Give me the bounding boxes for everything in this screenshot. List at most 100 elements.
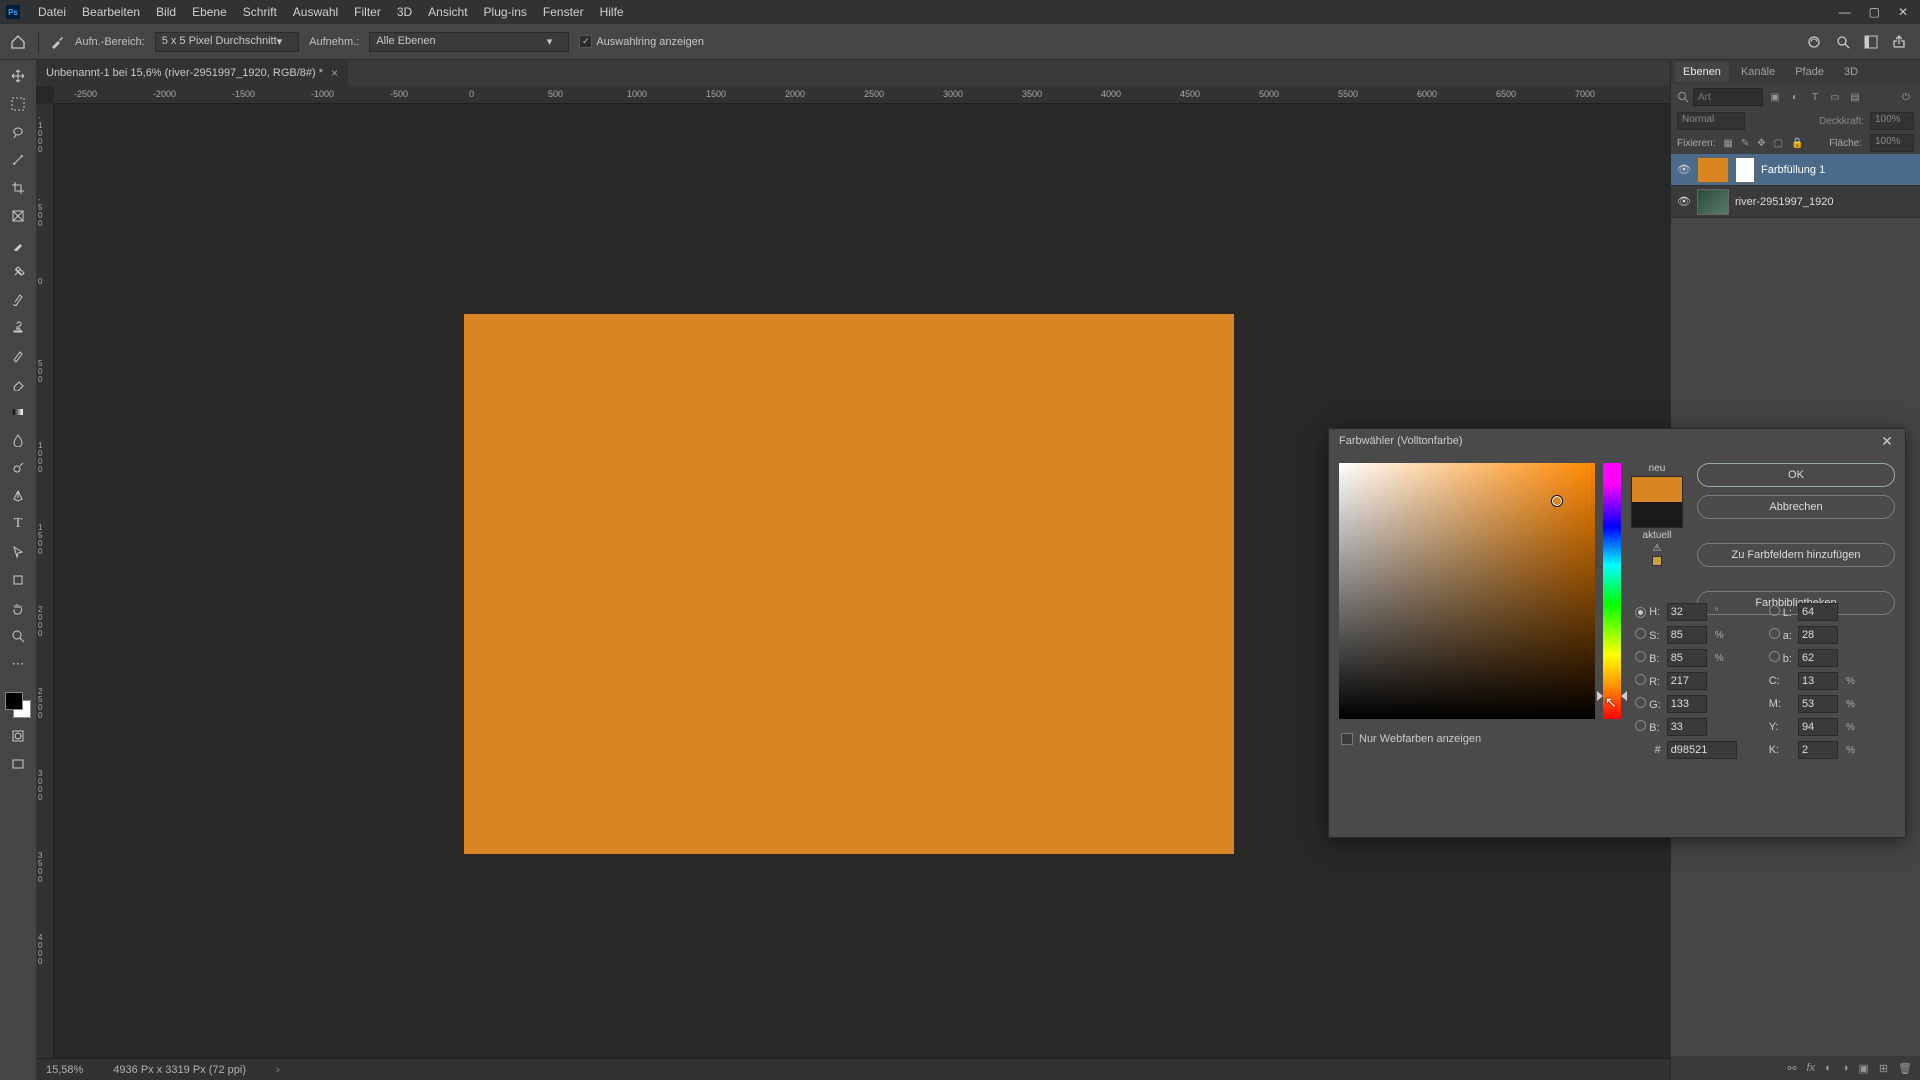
b-input[interactable]: [1798, 649, 1838, 667]
minimize-icon[interactable]: —: [1839, 5, 1851, 19]
hand-tool-icon[interactable]: [6, 598, 30, 618]
blend-mode-select[interactable]: Normal: [1677, 112, 1745, 130]
fx-icon[interactable]: fx: [1807, 1062, 1816, 1074]
heal-tool-icon[interactable]: [6, 262, 30, 282]
layer-mask-thumbnail[interactable]: [1735, 157, 1755, 183]
menu-filter[interactable]: Filter: [346, 5, 389, 19]
gradient-tool-icon[interactable]: [6, 402, 30, 422]
move-tool-icon[interactable]: [6, 66, 30, 86]
cloud-search-icon[interactable]: [1806, 34, 1822, 50]
cancel-button[interactable]: Abbrechen: [1697, 495, 1895, 519]
menu-bearbeiten[interactable]: Bearbeiten: [74, 5, 148, 19]
status-chevron-icon[interactable]: ›: [276, 1064, 280, 1076]
saturation-brightness-field[interactable]: [1339, 463, 1595, 719]
lock-position-icon[interactable]: ✥: [1757, 138, 1765, 149]
add-swatch-button[interactable]: Zu Farbfeldern hinzufügen: [1697, 543, 1895, 567]
maximize-icon[interactable]: ▢: [1869, 5, 1880, 19]
workspace-icon[interactable]: [1864, 35, 1878, 49]
g-radio[interactable]: [1635, 697, 1646, 708]
search-icon[interactable]: [1836, 35, 1850, 49]
menu-hilfe[interactable]: Hilfe: [592, 5, 632, 19]
b-radio[interactable]: [1769, 651, 1780, 662]
pen-tool-icon[interactable]: [6, 486, 30, 506]
l-input[interactable]: [1798, 603, 1838, 621]
layer-row[interactable]: 👁river-2951997_1920: [1671, 186, 1920, 218]
menu-datei[interactable]: Datei: [30, 5, 74, 19]
filter-shape-icon[interactable]: ▭: [1827, 89, 1843, 105]
ok-button[interactable]: OK: [1697, 463, 1895, 487]
hue-radio[interactable]: [1635, 607, 1646, 618]
close-window-icon[interactable]: ✕: [1898, 5, 1908, 19]
zoom-level[interactable]: 15,58%: [46, 1064, 83, 1076]
adjustment-icon[interactable]: ◑: [1842, 1062, 1849, 1074]
opacity-input[interactable]: 100%: [1870, 112, 1914, 130]
document-tab[interactable]: Unbenannt-1 bei 15,6% (river-2951997_192…: [36, 60, 348, 86]
zoom-tool-icon[interactable]: [6, 626, 30, 646]
filter-toggle-icon[interactable]: ⏻: [1898, 89, 1914, 105]
visibility-icon[interactable]: 👁: [1677, 163, 1691, 176]
bri-input[interactable]: [1667, 649, 1707, 667]
a-input[interactable]: [1798, 626, 1838, 644]
y-input[interactable]: [1798, 718, 1838, 736]
stamp-tool-icon[interactable]: [6, 318, 30, 338]
layer-thumbnail[interactable]: [1697, 157, 1729, 183]
menu-auswahl[interactable]: Auswahl: [285, 5, 346, 19]
mask-icon[interactable]: ◐: [1825, 1062, 1832, 1074]
visibility-icon[interactable]: 👁: [1677, 195, 1691, 208]
filter-adjust-icon[interactable]: ◐: [1787, 89, 1803, 105]
close-tab-icon[interactable]: ×: [331, 66, 338, 80]
type-tool-icon[interactable]: T: [6, 514, 30, 534]
wand-tool-icon[interactable]: [6, 150, 30, 170]
new-layer-icon[interactable]: ⊞: [1879, 1062, 1888, 1075]
websafe-warning-icon[interactable]: [1652, 556, 1662, 566]
sat-input[interactable]: [1667, 626, 1707, 644]
hue-input[interactable]: [1667, 603, 1707, 621]
menu-3d[interactable]: 3D: [389, 5, 420, 19]
k-input[interactable]: [1798, 741, 1838, 759]
blue-input[interactable]: [1667, 718, 1707, 736]
path-select-icon[interactable]: [6, 542, 30, 562]
a-radio[interactable]: [1769, 628, 1780, 639]
brush-tool-icon[interactable]: [6, 290, 30, 310]
lock-all-icon[interactable]: 🔒: [1791, 138, 1803, 149]
show-sampling-ring-checkbox[interactable]: ✓Auswahlring anzeigen: [579, 35, 704, 48]
filter-smart-icon[interactable]: ▤: [1847, 89, 1863, 105]
layer-thumbnail[interactable]: [1697, 189, 1729, 215]
dodge-tool-icon[interactable]: [6, 458, 30, 478]
history-brush-icon[interactable]: [6, 346, 30, 366]
web-colors-only-checkbox[interactable]: Nur Webfarben anzeigen: [1341, 733, 1481, 745]
menu-ebene[interactable]: Ebene: [184, 5, 235, 19]
lasso-tool-icon[interactable]: [6, 122, 30, 142]
layer-row[interactable]: 👁Farbfüllung 1: [1671, 154, 1920, 186]
r-radio[interactable]: [1635, 674, 1646, 685]
group-icon[interactable]: ▣: [1858, 1062, 1868, 1075]
menu-schrift[interactable]: Schrift: [235, 5, 285, 19]
delete-layer-icon[interactable]: 🗑: [1898, 1062, 1912, 1075]
filter-type-icon[interactable]: T: [1807, 89, 1823, 105]
quickmask-icon[interactable]: [6, 726, 30, 746]
eyedropper-icon[interactable]: [6, 234, 30, 254]
shape-tool-icon[interactable]: [6, 570, 30, 590]
hex-input[interactable]: [1667, 741, 1737, 759]
eraser-tool-icon[interactable]: [6, 374, 30, 394]
menu-fenster[interactable]: Fenster: [535, 5, 592, 19]
sample-size-select[interactable]: 5 x 5 Pixel Durchschnitt ▾: [155, 32, 299, 52]
layer-filter-input[interactable]: [1693, 88, 1763, 106]
dialog-titlebar[interactable]: Farbwähler (Volltonfarbe) ✕: [1329, 429, 1905, 453]
current-color-swatch[interactable]: [1632, 502, 1682, 527]
link-layers-icon[interactable]: ⚯: [1787, 1062, 1796, 1075]
r-input[interactable]: [1667, 672, 1707, 690]
hue-slider[interactable]: ↖: [1603, 463, 1621, 719]
color-swatches[interactable]: [5, 692, 31, 718]
menu-ansicht[interactable]: Ansicht: [420, 5, 475, 19]
c-input[interactable]: [1798, 672, 1838, 690]
panel-tab-ebenen[interactable]: Ebenen: [1675, 62, 1729, 82]
blue-radio[interactable]: [1635, 720, 1646, 731]
panel-tab-kanäle[interactable]: Kanäle: [1733, 62, 1783, 82]
g-input[interactable]: [1667, 695, 1707, 713]
sat-radio[interactable]: [1635, 628, 1646, 639]
filter-image-icon[interactable]: ▣: [1767, 89, 1783, 105]
menu-plug-ins[interactable]: Plug-ins: [476, 5, 535, 19]
l-radio[interactable]: [1769, 605, 1780, 616]
lock-transparency-icon[interactable]: ▦: [1723, 138, 1732, 149]
